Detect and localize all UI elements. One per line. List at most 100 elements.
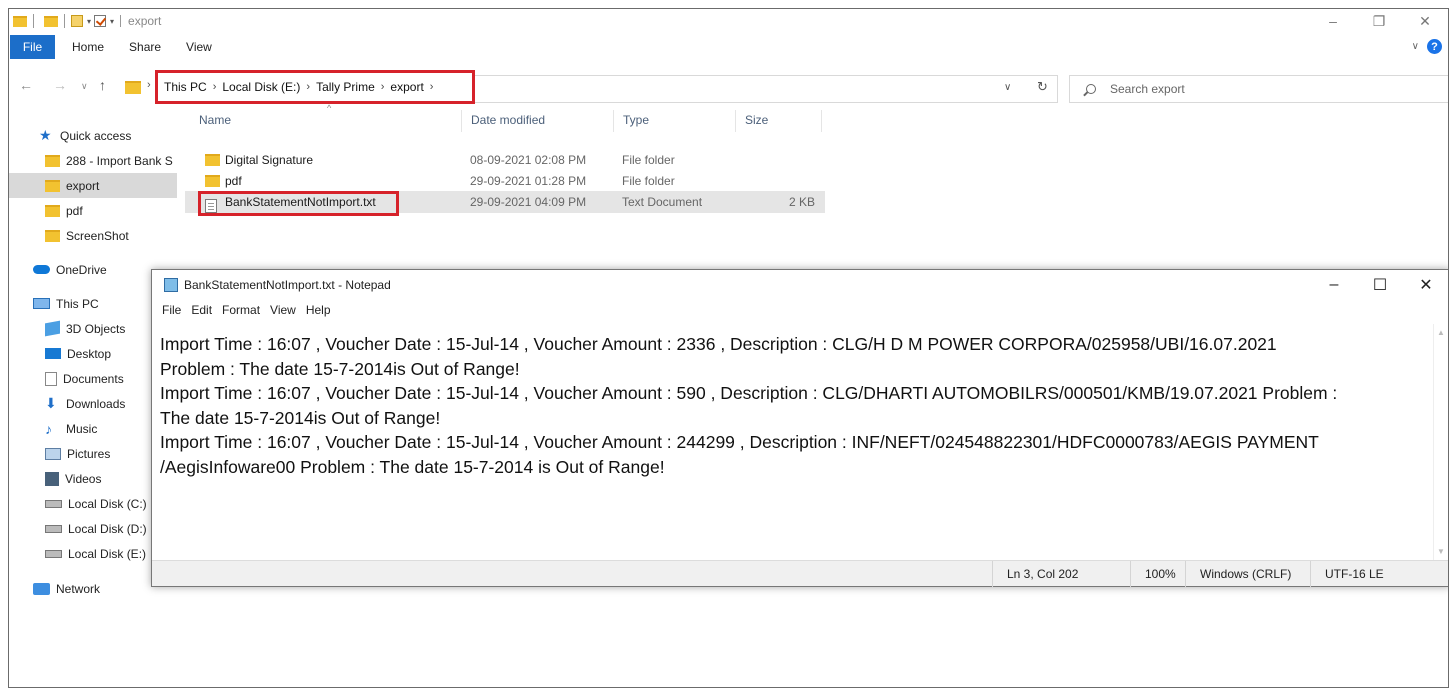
help-icon[interactable]: ? [1427, 39, 1442, 54]
folder-icon [205, 175, 220, 187]
file-row-pdf[interactable]: pdf 29-09-2021 01:28 PM File folder [185, 170, 825, 192]
folder-icon [45, 204, 60, 217]
column-divider[interactable] [735, 110, 736, 132]
sidebar-item-label: Local Disk (D:) [68, 521, 147, 536]
star-icon: ★ [39, 127, 52, 143]
scroll-down-icon[interactable]: ▼ [1437, 547, 1445, 556]
breadcrumb-export[interactable]: export [390, 80, 423, 94]
column-divider[interactable] [613, 110, 614, 132]
folder-icon [45, 179, 60, 192]
sidebar-item-label: export [66, 178, 100, 193]
column-header-type[interactable]: Type [615, 107, 735, 133]
close-button[interactable]: ✕ [1403, 270, 1448, 300]
recent-locations-icon[interactable]: ∨ [81, 81, 88, 92]
chevron-right-icon: › [212, 81, 217, 93]
menu-edit[interactable]: Edit [191, 303, 212, 317]
tab-share[interactable]: Share [116, 40, 173, 54]
notepad-text-area[interactable]: Import Time : 16:07 , Voucher Date : 15-… [152, 324, 1435, 560]
minimize-button[interactable]: – [1310, 9, 1356, 33]
pictures-icon [45, 447, 61, 460]
tab-home[interactable]: Home [59, 40, 116, 54]
chevron-down-icon[interactable]: ▾ [87, 17, 91, 26]
sidebar-item-export[interactable]: export [9, 173, 177, 198]
folder-icon [45, 229, 60, 242]
minimize-button[interactable]: – [1311, 270, 1357, 300]
up-arrow-icon[interactable]: ↑ [99, 77, 106, 93]
refresh-icon[interactable]: ↻ [1037, 79, 1048, 95]
file-type: File folder [622, 174, 675, 188]
notepad-title: BankStatementNotImport.txt - Notepad [184, 278, 391, 292]
cube-icon [45, 320, 60, 337]
notepad-title-bar: BankStatementNotImport.txt - Notepad – ☐… [152, 270, 1448, 300]
address-dropdown-icon[interactable]: ∨ [1004, 82, 1011, 93]
expand-ribbon-icon[interactable]: ∨ [1412, 41, 1419, 52]
properties-icon[interactable] [71, 15, 83, 27]
separator [33, 14, 34, 28]
sidebar-item-pdf[interactable]: pdf [9, 198, 177, 223]
menu-help[interactable]: Help [306, 303, 331, 317]
search-placeholder: Search export [1110, 82, 1185, 96]
close-button[interactable]: ✕ [1402, 9, 1448, 33]
highlight-box [198, 191, 399, 216]
cloud-icon [33, 265, 50, 274]
sidebar-item-quick-access[interactable]: ★ Quick access [9, 123, 177, 148]
forward-arrow-icon[interactable]: → [53, 77, 67, 93]
checkmark-icon[interactable] [94, 15, 107, 27]
tab-file[interactable]: File [10, 35, 55, 59]
text-line: Import Time : 16:07 , Voucher Date : 15-… [160, 432, 1319, 452]
address-bar-field[interactable] [475, 75, 1058, 103]
chevron-right-icon[interactable]: › [147, 79, 151, 91]
sidebar-item-screenshot[interactable]: ScreenShot [9, 223, 177, 248]
sidebar-item-label: This PC [56, 296, 99, 311]
file-explorer-window: ▾ ▾ export – ❐ ✕ File Home Share View ∨ … [8, 8, 1449, 688]
menu-format[interactable]: Format [222, 303, 260, 317]
column-header-name[interactable]: Name [191, 107, 461, 133]
customize-toolbar-icon[interactable]: ▾ [110, 17, 114, 26]
sidebar-item-label: Pictures [67, 446, 111, 461]
file-row-bankstatementnotimport[interactable]: BankStatementNotImport.txt 29-09-2021 04… [185, 191, 825, 216]
separator [64, 14, 65, 28]
disk-icon [45, 549, 62, 558]
text-line: Import Time : 16:07 , Voucher Date : 15-… [160, 334, 1277, 354]
file-date: 08-09-2021 02:08 PM [470, 153, 587, 167]
column-header-size[interactable]: Size [737, 107, 819, 133]
file-type: File folder [622, 153, 675, 167]
scroll-up-icon[interactable]: ▲ [1437, 328, 1445, 337]
vertical-scrollbar[interactable]: ▲ ▼ [1433, 324, 1448, 560]
sidebar-item-label: Desktop [67, 346, 112, 361]
maximize-button[interactable]: ❐ [1356, 9, 1402, 33]
file-type: Text Document [622, 195, 703, 209]
menu-view[interactable]: View [270, 303, 296, 317]
file-size: 2 KB [789, 195, 816, 209]
breadcrumb-tally-prime[interactable]: Tally Prime [316, 80, 375, 94]
text-line: Import Time : 16:07 , Voucher Date : 15-… [160, 383, 1338, 403]
column-divider[interactable] [461, 110, 462, 132]
folder-icon [205, 154, 220, 166]
quick-access-folder-icon[interactable] [44, 15, 58, 27]
folder-icon [125, 81, 141, 94]
disk-icon [45, 524, 62, 533]
column-header-date-modified[interactable]: Date modified [463, 107, 613, 133]
back-arrow-icon[interactable]: ← [19, 77, 33, 93]
window-title: export [128, 14, 162, 28]
breadcrumb-local-disk-e[interactable]: Local Disk (E:) [222, 80, 300, 94]
status-zoom: 100% [1130, 561, 1185, 587]
notepad-window: BankStatementNotImport.txt - Notepad – ☐… [151, 269, 1448, 587]
tab-view[interactable]: View [173, 40, 224, 54]
menu-file[interactable]: File [162, 303, 181, 317]
search-icon [1086, 84, 1096, 94]
search-input[interactable]: Search export [1069, 75, 1448, 103]
file-date: 29-09-2021 04:09 PM [470, 195, 587, 209]
breadcrumb-this-pc[interactable]: This PC [164, 80, 207, 94]
sidebar-item-label: ScreenShot [66, 228, 129, 243]
sidebar-item-288-import[interactable]: 288 - Import Bank S [9, 148, 177, 173]
file-row-digital-signature[interactable]: Digital Signature 08-09-2021 02:08 PM Fi… [185, 149, 825, 171]
column-divider[interactable] [821, 110, 822, 132]
file-list: ^ Name Date modified Type Size Digital S… [185, 103, 845, 227]
download-icon: ⬇ [45, 395, 57, 411]
chevron-right-icon: › [306, 81, 311, 93]
maximize-button[interactable]: ☐ [1357, 270, 1403, 300]
status-line-ending: Windows (CRLF) [1185, 561, 1310, 587]
sidebar-item-label: Music [66, 421, 98, 436]
breadcrumb[interactable]: This PC › Local Disk (E:) › Tally Prime … [155, 70, 475, 104]
